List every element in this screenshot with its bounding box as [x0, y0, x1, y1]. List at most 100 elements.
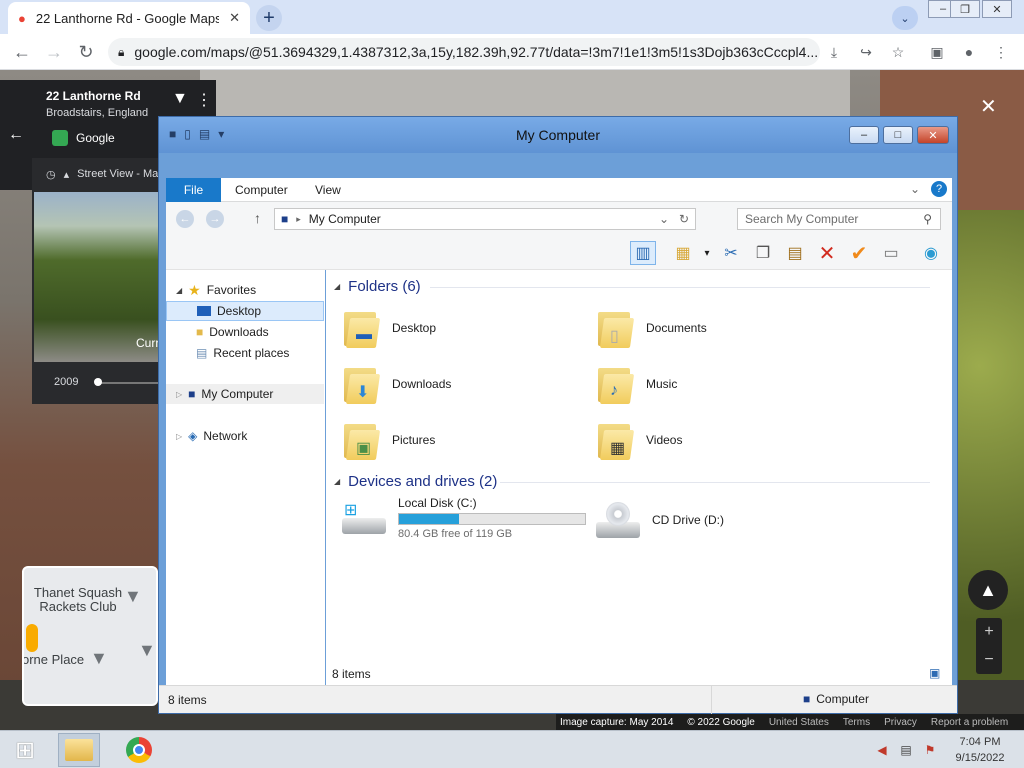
address-dropdown-icon[interactable]: ⌄: [659, 212, 669, 226]
minimap-label-club: Thanet Squash Rackets Club: [33, 585, 123, 614]
close-window-button[interactable]: ✕: [982, 0, 1012, 18]
folder-desktop[interactable]: ▬ Desktop: [342, 308, 436, 348]
folder-downloads[interactable]: ⬇ Downloads: [342, 364, 451, 404]
side-panel-icon[interactable]: ▣: [928, 43, 946, 61]
install-icon[interactable]: ⤓: [825, 43, 843, 61]
volume-muted-icon[interactable]: ◀: [874, 742, 890, 758]
close-tab-icon[interactable]: ✕: [229, 10, 240, 26]
back-icon[interactable]: ←: [12, 42, 32, 62]
folders-group-header[interactable]: ◢ Folders (6): [334, 278, 930, 295]
back-button-icon[interactable]: ←: [176, 210, 194, 228]
folder-music[interactable]: ♪ Music: [596, 364, 677, 404]
network-tray-icon[interactable]: ▤: [898, 742, 914, 758]
forward-button-icon[interactable]: →: [206, 210, 224, 228]
zoom-control: + −: [976, 618, 1002, 674]
nav-my-computer[interactable]: ▷ ■ My Computer: [166, 384, 324, 404]
collapse-group-icon[interactable]: ◢: [334, 477, 340, 486]
window-close-button[interactable]: ✕: [917, 126, 949, 144]
map-pin-icon[interactable]: ▼: [90, 648, 108, 669]
browser-tab[interactable]: ● 22 Lanthorne Rd - Google Maps ✕: [8, 2, 250, 34]
attribution-region[interactable]: United States: [769, 717, 829, 728]
drive-cd-d[interactable]: CD Drive (D:): [594, 500, 724, 540]
start-button[interactable]: ⊞: [4, 733, 46, 767]
compass-icon[interactable]: ▲: [968, 570, 1008, 610]
map-pin-icon[interactable]: ▼: [124, 586, 142, 607]
location-pin-icon[interactable]: ▼: [172, 90, 188, 108]
expand-arrow-icon[interactable]: ◢: [176, 286, 182, 295]
system-clock[interactable]: 7:04 PM 9/15/2022: [950, 734, 1010, 766]
window-titlebar[interactable]: ■ ▯ ▤ ▾ My Computer – □ ✕: [159, 117, 957, 153]
terms-link[interactable]: Terms: [843, 717, 870, 728]
collapse-arrow-icon[interactable]: ▴: [64, 168, 70, 181]
up-arrow-icon[interactable]: ↑: [254, 210, 261, 226]
search-icon[interactable]: ⚲: [923, 212, 932, 226]
nav-desktop[interactable]: Desktop: [166, 301, 324, 321]
address-path-box[interactable]: ■ ▸ My Computer ⌄ ↻: [274, 208, 696, 230]
preview-pane-icon[interactable]: ▥: [630, 241, 656, 265]
folder-pictures[interactable]: ▣ Pictures: [342, 420, 435, 460]
tab-search-button[interactable]: ⌄: [892, 6, 918, 30]
report-problem-link[interactable]: Report a problem: [931, 717, 1008, 728]
back-to-map-icon[interactable]: ←: [8, 126, 24, 144]
breadcrumb-chevron-icon[interactable]: ▸: [296, 214, 301, 225]
status-divider: [711, 686, 712, 714]
view-options-icon[interactable]: ▦: [670, 241, 696, 265]
folder-videos[interactable]: ▦ Videos: [596, 420, 682, 460]
expand-arrow-icon[interactable]: ▷: [176, 432, 182, 441]
expand-arrow-icon[interactable]: ▷: [176, 390, 182, 399]
folders-header-label: Folders (6): [348, 278, 421, 295]
nav-downloads[interactable]: ■ Downloads: [166, 322, 324, 342]
mini-map[interactable]: Thanet Squash Rackets Club orne Place ▼ …: [22, 566, 158, 706]
rename-icon[interactable]: ▭: [878, 241, 904, 265]
folder-music-label: Music: [646, 377, 678, 391]
search-box[interactable]: Search My Computer ⚲: [737, 208, 941, 230]
zoom-in-icon[interactable]: +: [984, 623, 993, 641]
cut-icon[interactable]: ✂: [718, 241, 744, 265]
window-maximize-button[interactable]: □: [883, 126, 913, 144]
drive-local-disk-c[interactable]: ⊞ Local Disk (C:) 80.4 GB free of 119 GB: [340, 496, 586, 540]
copy-icon[interactable]: ❐: [750, 241, 776, 265]
help-icon[interactable]: ?: [931, 181, 947, 197]
zoom-out-icon[interactable]: −: [984, 651, 993, 669]
documents-folder-icon: ▯: [596, 308, 635, 348]
more-options-icon[interactable]: ⋮: [196, 90, 212, 110]
privacy-link[interactable]: Privacy: [884, 717, 917, 728]
history-clock-icon[interactable]: ◷: [46, 168, 56, 181]
pegman-icon[interactable]: [26, 624, 38, 652]
status-location-label: Computer: [816, 692, 869, 706]
profile-icon[interactable]: ●: [960, 43, 978, 61]
new-tab-button[interactable]: +: [256, 5, 282, 31]
tab-view[interactable]: View: [302, 178, 354, 202]
tab-file[interactable]: File: [166, 178, 221, 202]
nav-network[interactable]: ▷ ◈ Network: [166, 426, 324, 446]
restore-button[interactable]: ❐: [950, 0, 980, 18]
folder-documents[interactable]: ▯ Documents: [596, 308, 707, 348]
large-icons-view-icon[interactable]: ▣: [929, 666, 940, 680]
taskbar-file-explorer[interactable]: [58, 733, 100, 767]
bookmark-star-icon[interactable]: ☆: [889, 43, 907, 61]
drives-group-header[interactable]: ◢ Devices and drives (2): [334, 473, 930, 490]
nav-recent-places[interactable]: ▤ Recent places: [166, 343, 324, 363]
taskbar-chrome[interactable]: [118, 733, 160, 767]
address-bar[interactable]: 🔒︎ google.com/maps/@51.3694329,1.4387312…: [108, 38, 820, 66]
tab-computer[interactable]: Computer: [222, 178, 301, 202]
delete-icon[interactable]: ✕: [814, 241, 840, 265]
timeline-slider-handle[interactable]: [94, 378, 102, 386]
window-minimize-button[interactable]: –: [849, 126, 879, 144]
shell-icon[interactable]: ◉: [918, 241, 944, 265]
reload-icon[interactable]: ↻: [76, 42, 96, 62]
expand-ribbon-icon[interactable]: ⌄: [910, 182, 920, 196]
map-pin-icon[interactable]: ▼: [138, 640, 156, 661]
refresh-icon[interactable]: ↻: [679, 212, 689, 226]
menu-icon[interactable]: ⋮: [992, 43, 1010, 61]
action-center-icon[interactable]: ⚑: [922, 742, 938, 758]
share-icon[interactable]: ↪: [857, 43, 875, 61]
close-street-view-icon[interactable]: ✕: [980, 94, 997, 119]
nav-favorites[interactable]: ◢ ★ Favorites: [166, 280, 324, 300]
view-dropdown-icon[interactable]: ▾: [694, 241, 720, 265]
paste-icon[interactable]: ▤: [782, 241, 808, 265]
pictures-folder-icon: ▣: [342, 420, 381, 460]
collapse-group-icon[interactable]: ◢: [334, 282, 340, 291]
forward-icon[interactable]: →: [44, 42, 64, 62]
check-icon[interactable]: ✔: [846, 241, 872, 265]
